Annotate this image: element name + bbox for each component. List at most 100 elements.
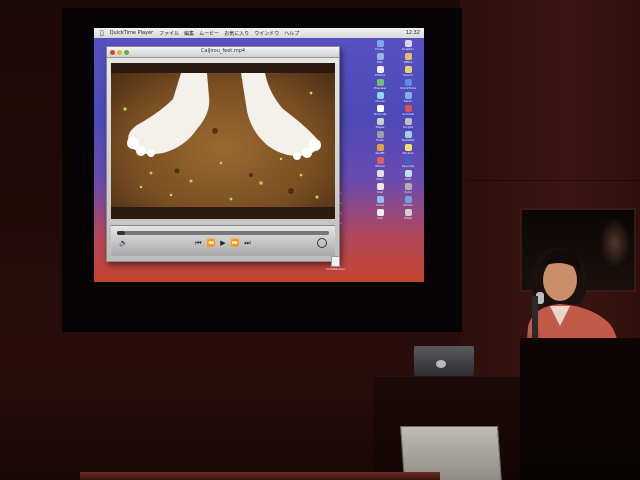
desktop-app-icon[interactable]: Safari xyxy=(394,92,422,105)
desktop-app-icon[interactable]: Scripts xyxy=(394,118,422,131)
app-glyph-icon xyxy=(404,105,412,112)
desktop-app-icon[interactable]: Pages xyxy=(366,118,394,131)
desktop-app-icon[interactable]: Sound xyxy=(394,66,422,79)
desktop-app-icon[interactable]: Office xyxy=(394,53,422,66)
step-forward-icon[interactable]: ⏩ xyxy=(231,238,240,248)
desktop-app-label: Safari xyxy=(403,99,413,103)
desktop-app-label: Sync xyxy=(404,190,412,194)
rewind-icon[interactable]: ⏮ xyxy=(195,238,201,248)
menu-app-name[interactable]: QuickTime Player xyxy=(110,30,154,36)
desktop-app-icon[interactable]: Preview xyxy=(366,79,394,92)
table-edge xyxy=(80,472,440,480)
app-glyph-icon xyxy=(404,209,412,216)
menu-item[interactable]: ファイル xyxy=(159,30,179,37)
desktop-app-label: Finder xyxy=(375,47,385,51)
desktop-app-icon[interactable]: QuickTime xyxy=(394,79,422,92)
desktop-app-icon[interactable]: Keynote xyxy=(394,157,422,170)
desktop-app-icon[interactable]: iCal xyxy=(366,183,394,196)
desktop-app-label: iCal xyxy=(377,190,383,194)
desktop-app-label: Nightfall xyxy=(401,138,415,142)
desktop-app-icon[interactable]: Finder xyxy=(366,40,394,53)
app-glyph-icon xyxy=(404,66,412,73)
menu-bar:  QuickTime Player ファイル 編集 ムービー お気に入り ウイ… xyxy=(94,28,424,38)
desktop-app-icon[interactable]: Calc xyxy=(366,209,394,222)
app-glyph-icon xyxy=(404,170,412,177)
desktop-app-icon[interactable]: DVD xyxy=(394,170,422,183)
app-glyph-icon xyxy=(376,79,384,86)
menu-item[interactable]: ムービー xyxy=(199,30,219,37)
desktop-app-icon[interactable]: Nightfall xyxy=(394,131,422,144)
desktop-app-label: Prefs xyxy=(376,138,384,142)
app-glyph-icon xyxy=(404,53,412,60)
desktop-app-icon[interactable]: iPhoto xyxy=(394,196,422,209)
desktop-app-label: Calc xyxy=(376,216,384,220)
info-icon[interactable] xyxy=(317,238,327,248)
desktop-app-icon[interactable]: Sync xyxy=(394,183,422,196)
desktop-app-label: Graphic xyxy=(402,47,414,51)
window-title: CaiJirou_feet.mp4 xyxy=(200,48,246,54)
menu-item[interactable]: ウインドウ xyxy=(254,30,279,37)
menu-item[interactable]: お気に入り xyxy=(224,30,249,37)
desktop-app-label: Photos xyxy=(374,73,386,77)
desktop-app-icon[interactable]: iMovie xyxy=(366,157,394,170)
desktop-app-label: Stuffit xyxy=(375,151,385,155)
desktop-app-icon[interactable]: iChat xyxy=(366,196,394,209)
app-glyph-icon xyxy=(376,144,384,151)
desktop-app-label: iChat xyxy=(376,203,384,207)
desktop-side-labels: • • • • xyxy=(340,188,342,228)
app-glyph-icon xyxy=(376,53,384,60)
desktop-app-label: Trash xyxy=(404,216,412,220)
app-glyph-icon xyxy=(404,196,412,203)
desktop-app-icon[interactable]: Appl. xyxy=(366,170,394,183)
fast-forward-icon[interactable]: ⏭ xyxy=(244,238,250,248)
desktop-app-icon[interactable]: Mail xyxy=(366,53,394,66)
desktop-app-icon[interactable]: Graphic xyxy=(394,40,422,53)
desktop-app-icon[interactable]: Stickies xyxy=(394,144,422,157)
document-icon xyxy=(330,256,340,267)
progress-slider[interactable] xyxy=(117,231,329,235)
desktop-icons: Finder Graphic Mail Office Photos Sound Previe… xyxy=(366,40,422,250)
window-titlebar[interactable]: CaiJirou_feet.mp4 xyxy=(107,47,339,58)
menu-items: ファイル 編集 ムービー お気に入り ウインドウ ヘルプ xyxy=(159,30,299,37)
app-glyph-icon xyxy=(404,131,412,138)
desktop-app-icon[interactable]: Photos xyxy=(366,66,394,79)
desktop-app-label: Appl. xyxy=(376,177,384,181)
desktop-app-icon[interactable]: Stuffit xyxy=(366,144,394,157)
laptop-logo xyxy=(436,360,446,368)
menu-extras: 12:32 xyxy=(406,30,424,36)
desktop-app-label: Mail xyxy=(376,60,384,64)
app-glyph-icon xyxy=(404,144,412,151)
desktop-app-icon[interactable]: iTunes xyxy=(366,92,394,105)
app-glyph-icon xyxy=(404,79,412,86)
desktop-file[interactable]: 123456.mov xyxy=(326,256,345,271)
menu-item[interactable]: 編集 xyxy=(184,30,194,37)
clock[interactable]: 12:32 xyxy=(406,30,420,36)
step-back-icon[interactable]: ⏪ xyxy=(207,238,216,248)
side-mark: • xyxy=(340,221,342,225)
desktop-app-label: Acrobat xyxy=(402,112,414,116)
app-glyph-icon xyxy=(404,40,412,47)
desktop-app-label: Pages xyxy=(375,125,385,129)
app-glyph-icon xyxy=(376,66,384,73)
app-glyph-icon xyxy=(376,157,384,164)
app-glyph-icon xyxy=(376,92,384,99)
apple-icon[interactable]:  xyxy=(100,30,104,37)
desktop-app-label: iMovie xyxy=(375,164,385,168)
app-glyph-icon xyxy=(376,118,384,125)
wall-seam xyxy=(460,180,640,181)
play-icon[interactable]: ▶ xyxy=(220,238,225,248)
desktop-app-icon[interactable]: Prefs xyxy=(366,131,394,144)
progress-fill xyxy=(117,231,126,235)
lecture-scene:  QuickTime Player ファイル 編集 ムービー お気に入り ウイ… xyxy=(0,0,640,480)
desktop-app-icon[interactable]: Acrobat xyxy=(394,105,422,118)
app-glyph-icon xyxy=(376,131,384,138)
menu-item[interactable]: ヘルプ xyxy=(284,30,299,37)
desktop-app-label: Terminal xyxy=(373,112,387,116)
desktop-app-icon[interactable]: Terminal xyxy=(366,105,394,118)
desktop-app-label: iTunes xyxy=(375,99,385,103)
video-frame[interactable] xyxy=(111,63,335,219)
app-glyph-icon xyxy=(376,196,384,203)
quicktime-window[interactable]: CaiJirou_feet.mp4 🔈 ⏮ ⏪ ▶ ⏩ ⏭ xyxy=(106,46,340,262)
desktop-app-icon[interactable]: Trash xyxy=(394,209,422,222)
app-glyph-icon xyxy=(404,92,412,99)
